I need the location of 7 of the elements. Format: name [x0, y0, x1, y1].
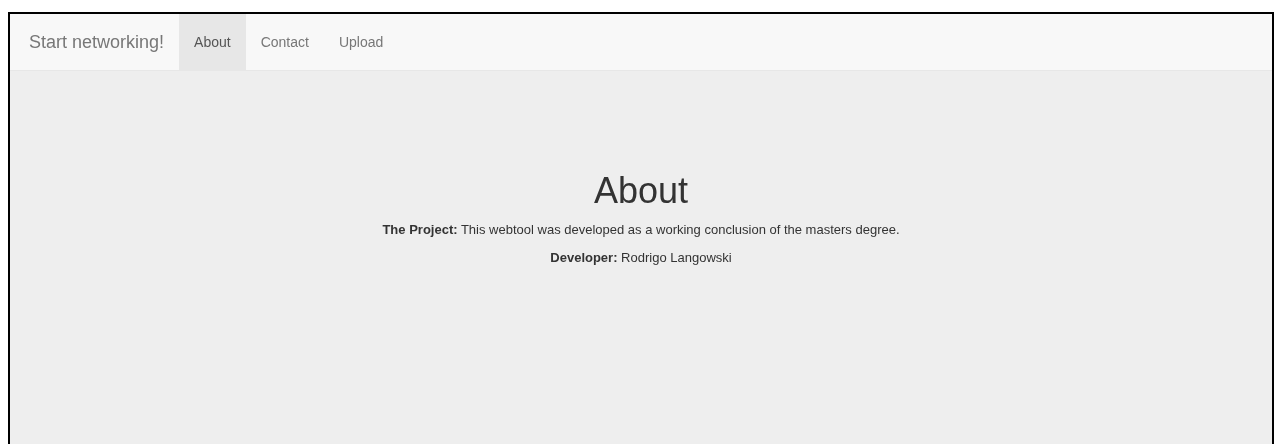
brand-link[interactable]: Start networking!	[14, 14, 180, 70]
nav-link[interactable]: Upload	[323, 14, 399, 70]
nav-link[interactable]: About	[179, 14, 246, 70]
page-title: About	[592, 171, 690, 211]
info-text: The Project: This webtool was developed as a working conclusion of the masters degree.	[381, 220, 901, 239]
nav-link[interactable]: Contact	[245, 14, 324, 70]
info-text: Developer: Rodrigo Langowski	[549, 248, 733, 267]
